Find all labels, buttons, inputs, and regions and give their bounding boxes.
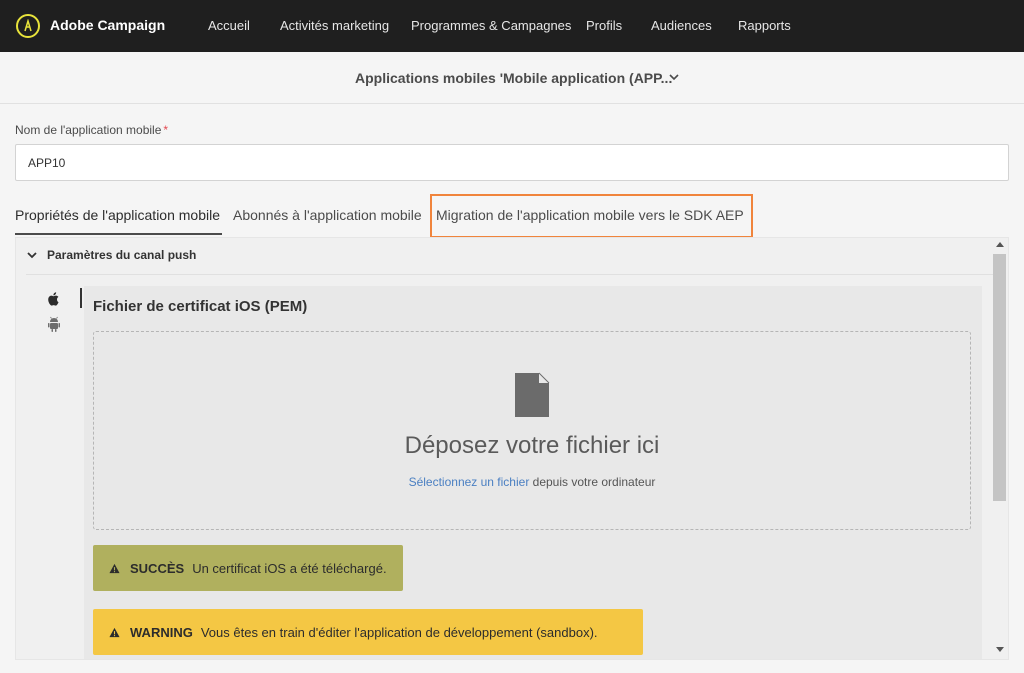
section-header-push[interactable]: Paramètres du canal push — [26, 248, 196, 262]
warning-label: WARNING — [130, 624, 193, 640]
nav-item-accueil[interactable]: Accueil — [208, 18, 250, 33]
drop-text: Déposez votre fichier ici — [404, 432, 660, 459]
scroll-down-arrow-icon[interactable] — [996, 647, 1004, 652]
certificate-title: Fichier de certificat iOS (PEM) — [93, 298, 308, 315]
section-title: Paramètres du canal push — [47, 248, 197, 262]
top-nav-bar: Adobe Campaign Accueil Activités marketi… — [0, 0, 1024, 52]
select-file-link[interactable]: Sélectionnez un fichier — [409, 475, 530, 489]
ios-certificate-card: Fichier de certificat iOS (PEM) Déposez … — [84, 286, 982, 659]
scroll-up-arrow-icon[interactable] — [996, 242, 1004, 247]
active-tab-indicator — [15, 233, 222, 235]
select-file-line: Sélectionnez un fichier depuis votre ord… — [94, 475, 970, 489]
content-panel: Paramètres du canal push Fichier de cert… — [15, 237, 1009, 660]
file-icon — [515, 372, 550, 417]
select-file-suffix: depuis votre ordinateur — [529, 475, 656, 489]
page-header: Applications mobiles 'Mobile application… — [0, 52, 1024, 104]
apple-icon[interactable] — [46, 290, 62, 308]
success-message: Un certificat iOS a été téléchargé. — [192, 560, 387, 576]
chevron-down-icon[interactable] — [26, 249, 38, 261]
nav-item-activites-marketing[interactable]: Activités marketing — [280, 18, 389, 33]
chevron-down-icon[interactable] — [667, 70, 681, 84]
success-label: SUCCÈS — [130, 560, 185, 576]
warning-icon — [109, 627, 120, 637]
required-marker: * — [163, 123, 169, 137]
section-divider — [26, 274, 994, 275]
warning-icon — [109, 563, 120, 573]
brand-name[interactable]: Adobe Campaign — [50, 17, 165, 33]
tab-abonnes[interactable]: Abonnés à l'application mobile — [233, 207, 422, 223]
adobe-campaign-logo-icon[interactable] — [16, 14, 40, 38]
vertical-scrollbar[interactable] — [992, 237, 1008, 660]
warning-alert: WARNING Vous êtes en train d'éditer l'ap… — [93, 609, 643, 655]
os-selector — [46, 290, 66, 338]
tab-proprietes[interactable]: Propriétés de l'application mobile — [15, 207, 220, 223]
file-dropzone[interactable]: Déposez votre fichier ici Sélectionnez u… — [93, 331, 971, 530]
nav-item-programmes-campagnes[interactable]: Programmes & Campagnes — [411, 18, 571, 33]
app-name-input[interactable] — [15, 144, 1009, 181]
os-selection-indicator — [80, 288, 82, 308]
app-name-label: Nom de l'application mobile * — [15, 123, 168, 137]
page-title[interactable]: Applications mobiles 'Mobile application… — [355, 70, 672, 86]
nav-item-profils[interactable]: Profils — [586, 18, 622, 33]
android-icon[interactable] — [46, 315, 62, 333]
success-alert: SUCCÈS Un certificat iOS a été télécharg… — [93, 545, 403, 591]
nav-item-rapports[interactable]: Rapports — [738, 18, 791, 33]
app-name-label-text: Nom de l'application mobile — [15, 123, 162, 137]
warning-message: Vous êtes en train d'éditer l'applicatio… — [200, 624, 598, 640]
scroll-thumb[interactable] — [993, 254, 1006, 501]
tab-highlight-box — [430, 194, 753, 238]
nav-item-audiences[interactable]: Audiences — [651, 18, 712, 33]
